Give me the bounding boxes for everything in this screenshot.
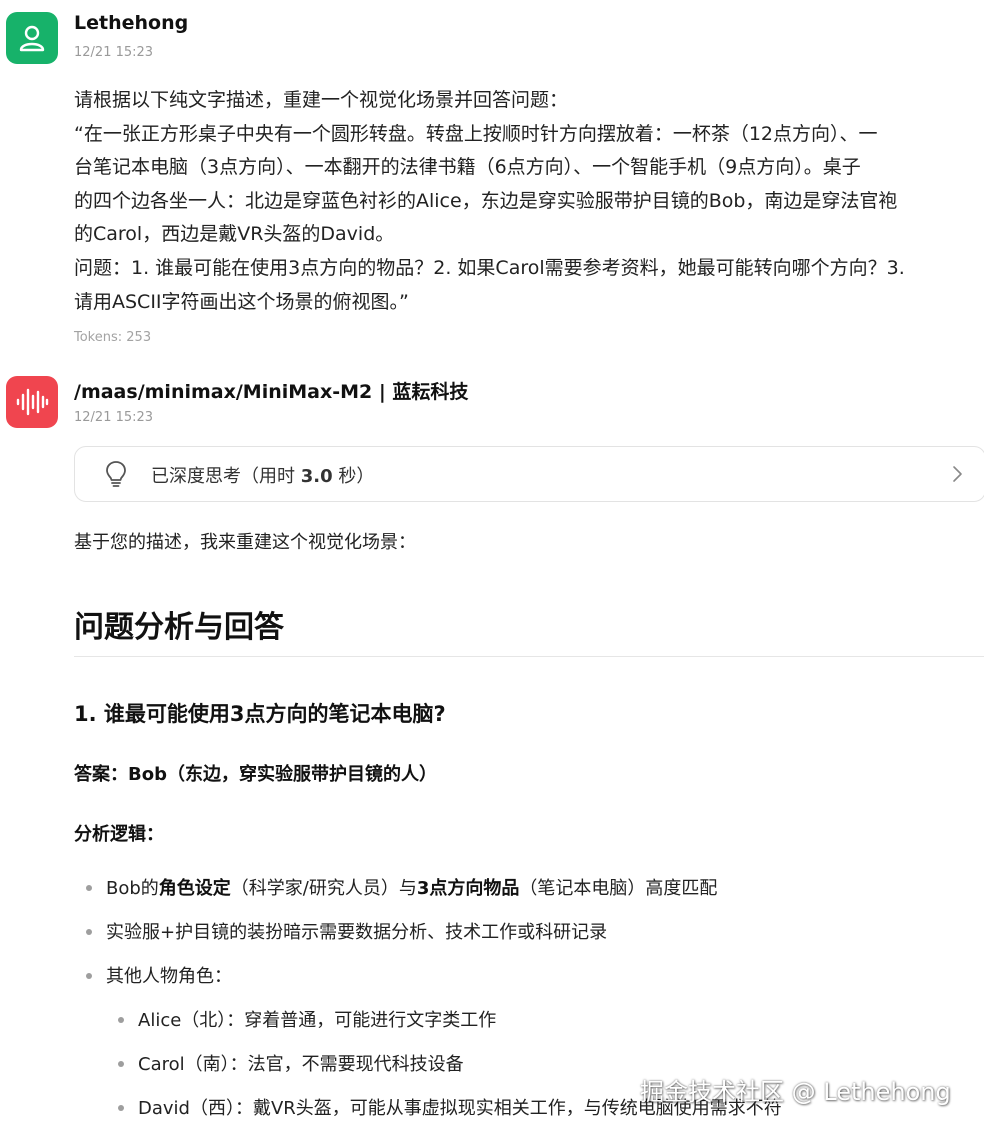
- thinking-label: 已深度思考（用时 3.0 秒）: [151, 462, 374, 488]
- text-line: 台笔记本电脑（3点方向）、一本翻开的法律书籍（6点方向）、一个智能手机（9点方向…: [74, 156, 861, 179]
- list-item-text: 实验服+护目镜的装扮暗示需要数据分析、技术工作或科研记录: [106, 922, 608, 943]
- list-item-text: Alice（北）：穿着普通，可能进行文字类工作: [138, 1010, 497, 1031]
- thinking-toggle[interactable]: 已深度思考（用时 3.0 秒）: [74, 446, 984, 502]
- section-heading: 问题分析与回答: [74, 610, 284, 645]
- thinking-prefix: 已深度思考（用时: [151, 466, 301, 487]
- bullet-dot: [86, 929, 92, 935]
- user-message: Lethehong 12/21 15:23 请根据以下纯文字描述，重建一个视觉化…: [0, 0, 984, 350]
- text-run-bold: 3点方向物品: [416, 878, 520, 899]
- soundwave-avatar-icon: [6, 376, 58, 428]
- chevron-right-icon: [951, 464, 963, 488]
- sender-name: Lethehong: [74, 12, 189, 34]
- text-line: 请根据以下纯文字描述，重建一个视觉化场景并回答问题：: [74, 89, 569, 111]
- text-line: 问题：1. 谁最可能在使用3点方向的物品？2. 如果Carol需要参考资料，她最…: [74, 256, 905, 279]
- logic-label: 分析逻辑：: [74, 824, 164, 845]
- bullet-dot: [86, 973, 92, 979]
- list-item-text: 其他人物角色：: [106, 966, 232, 987]
- text-run: Bob的: [106, 878, 159, 899]
- list-item-text: Carol（南）：法官，不需要现代科技设备: [138, 1054, 464, 1075]
- bot-sender-name: /maas/minimax/MiniMax-M2 | 蓝耘科技: [74, 381, 469, 403]
- token-count: Tokens: 253: [74, 330, 152, 345]
- bullet-dot: [118, 1017, 124, 1023]
- text-line: 请用ASCII字符画出这个场景的俯视图。”: [74, 290, 409, 313]
- thinking-suffix: 秒）: [332, 466, 375, 487]
- lightbulb-icon: [105, 460, 127, 492]
- text-line: “在一张正方形桌子中央有一个圆形转盘。转盘上按顺时针方向摆放着：一杯茶（12点方…: [74, 122, 878, 145]
- text-line: 的四个边各坐一人：北边是穿蓝色衬衫的Alice，东边是穿实验服带护目镜的Bob，…: [74, 189, 898, 212]
- text-run: （科学家/研究人员）与: [230, 878, 417, 899]
- user-message-text: 请根据以下纯文字描述，重建一个视觉化场景并回答问题： “在一张正方形桌子中央有一…: [74, 84, 979, 319]
- answer-text: 答案：Bob（东边，穿实验服带护目镜的人）: [74, 764, 437, 785]
- bullet-dot: [118, 1061, 124, 1067]
- text-run-bold: 角色设定: [158, 878, 231, 899]
- text-line: 的Carol，西边是戴VR头盔的David。: [74, 223, 395, 246]
- intro-text: 基于您的描述，我来重建这个视觉化场景：: [74, 532, 416, 553]
- bot-message-time: 12/21 15:23: [74, 410, 154, 425]
- bullet-dot: [118, 1105, 124, 1111]
- user-avatar-icon: [6, 12, 58, 64]
- watermark: 掘金技术社区 @ Lethehong: [640, 1078, 951, 1106]
- bullet-dot: [86, 885, 92, 891]
- question-heading: 1. 谁最可能使用3点方向的笔记本电脑?: [74, 702, 446, 726]
- divider: [74, 656, 984, 657]
- text-run: （笔记本电脑）高度匹配: [519, 878, 718, 899]
- thinking-duration: 3.0: [300, 466, 333, 487]
- message-time: 12/21 15:23: [74, 45, 154, 60]
